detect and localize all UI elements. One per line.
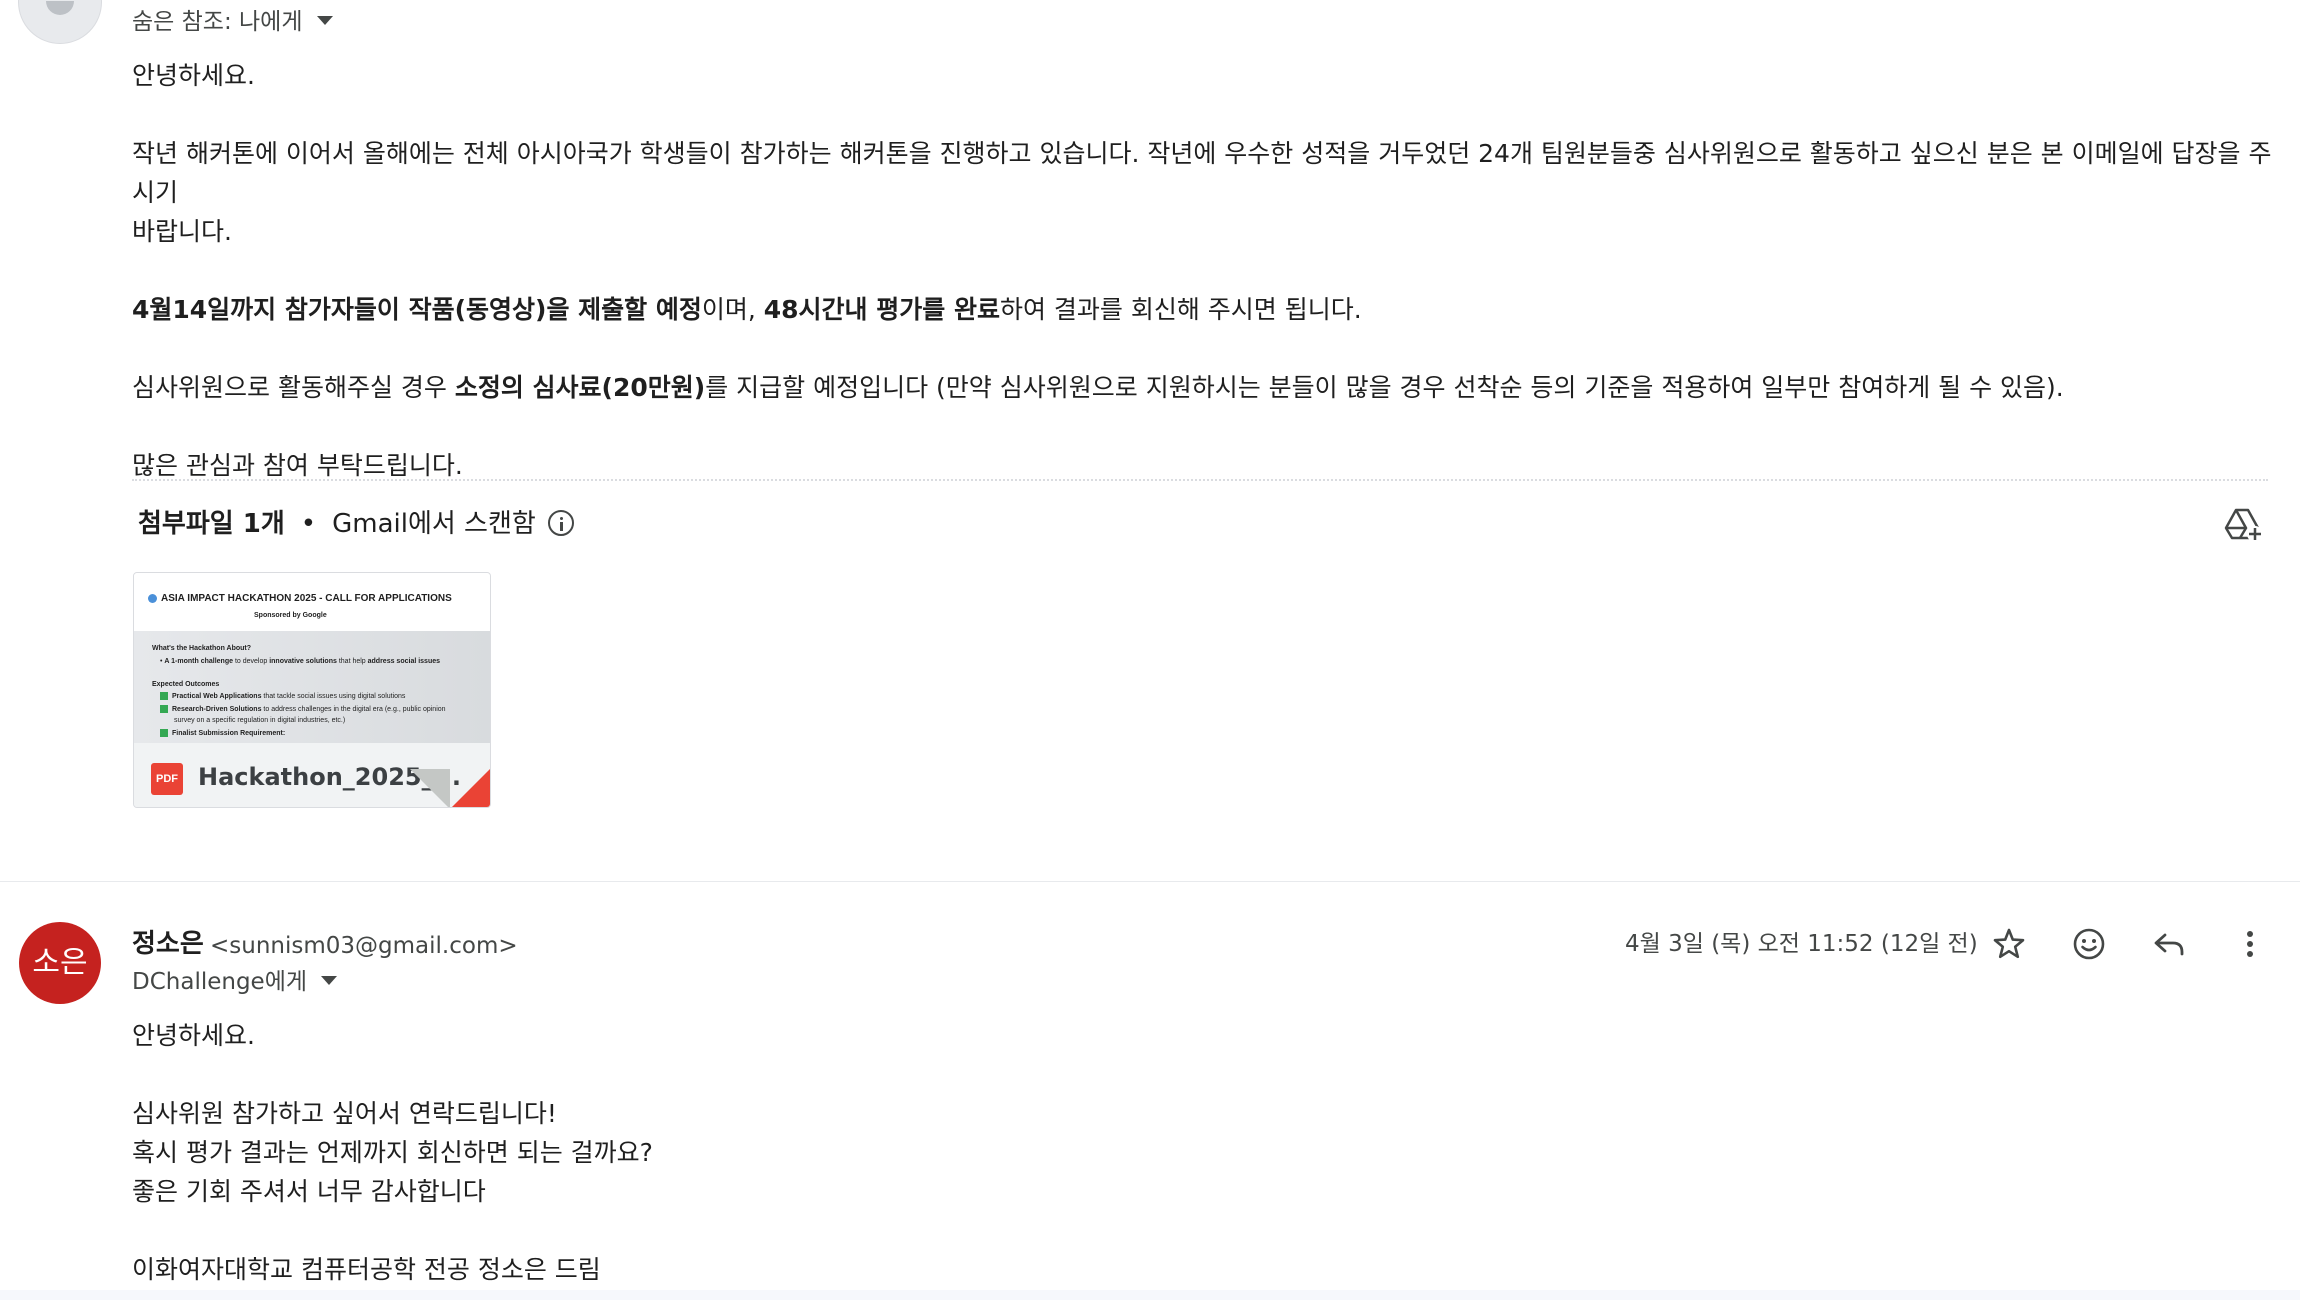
attachments-divider xyxy=(132,479,2268,481)
chevron-down-icon xyxy=(321,976,338,985)
preview-text: A 1-month challenge xyxy=(164,658,233,665)
attachment-card[interactable]: ASIA IMPACT HACKATHON 2025 - CALL FOR AP… xyxy=(133,572,491,808)
attachment-footer: PDF Hackathon_2025_... xyxy=(134,743,490,807)
preview-outcome-2: Research-Driven Solutions to address cha… xyxy=(160,704,446,715)
body-paragraph-1-cont: 바랍니다. xyxy=(132,217,232,246)
message-body-top: 안녕하세요. 작년 해커톤에 이어서 올해에는 전체 아시아국가 학생들이 참가… xyxy=(132,56,2272,485)
evaluation-bold: 48시간내 평가를 완료 xyxy=(763,295,1000,324)
message-divider xyxy=(0,881,2300,882)
preview-text: Research-Driven Solutions xyxy=(172,706,262,713)
body-text: 이며, xyxy=(701,295,764,324)
body-text: 하여 결과를 회신해 주시면 됩니다. xyxy=(999,295,1362,324)
preview-text: innovative solutions xyxy=(269,658,337,665)
body-text: 심사위원으로 활동해주실 경우 xyxy=(132,373,455,402)
attachments-header: 첨부파일 1개 • Gmail에서 스캔함 xyxy=(138,504,574,544)
reply-greeting: 안녕하세요. xyxy=(132,1021,255,1050)
reply-icon[interactable] xyxy=(2147,922,2191,966)
reply-signature: 이화여자대학교 컴퓨터공학 전공 정소은 드림 xyxy=(132,1255,601,1284)
attachment-count: 첨부파일 1개 xyxy=(138,509,285,539)
message-date: 4월 3일 (목) 오전 11:52 (12일 전) xyxy=(1625,931,1978,957)
scan-label: Gmail에서 스캔함 xyxy=(332,509,536,539)
recipient-details-toggle[interactable]: DChallenge에게 xyxy=(132,962,338,1002)
page-fold-icon xyxy=(450,769,490,807)
preview-outcome-2-cont: survey on a specific regulation in digit… xyxy=(174,717,346,724)
recipient-details-toggle[interactable]: 숨은 참조: 나에게 xyxy=(132,2,333,42)
bottom-edge xyxy=(0,1290,2300,1300)
preview-text: Finalist Submission Requirement: xyxy=(172,730,286,737)
body-paragraph-3: 심사위원으로 활동해주실 경우 소정의 심사료(20만원)를 지급할 예정입니다… xyxy=(132,368,2272,407)
preview-q1-item: • A 1-month challenge to develop innovat… xyxy=(160,658,441,665)
preview-q1: What's the Hackathon About? xyxy=(152,645,252,652)
recipient-label: DChallenge에게 xyxy=(132,969,308,995)
body-text: 를 지급할 예정입니다 (만약 심사위원으로 지원하시는 분들이 많을 경우 선… xyxy=(705,373,2064,402)
star-icon[interactable] xyxy=(1987,922,2031,966)
pdf-icon: PDF xyxy=(151,763,183,795)
body-paragraph-1: 작년 해커톤에 이어서 올해에는 전체 아시아국가 학생들이 참가하는 해커톤을… xyxy=(132,139,2272,207)
preview-text: that tackle social issues using digital … xyxy=(261,693,406,700)
reply-line-1: 심사위원 참가하고 싶어서 연락드립니다! xyxy=(132,1099,557,1128)
sender-email: <sunnism03@gmail.com> xyxy=(210,933,518,959)
separator-dot: • xyxy=(300,509,317,539)
preview-text: that help xyxy=(336,658,368,665)
preview-text: to address challenges in the digital era… xyxy=(261,706,446,713)
preview-q2: Expected Outcomes xyxy=(152,681,220,688)
chevron-down-icon xyxy=(316,16,333,25)
preview-text: Practical Web Applications xyxy=(172,693,262,700)
avatar-placeholder-icon xyxy=(46,1,74,15)
emoji-icon[interactable] xyxy=(2067,922,2111,966)
deadline-bold: 4월14일까지 참가자들이 작품(동영상)을 제출할 예정 xyxy=(132,295,702,324)
preview-text: address social issues xyxy=(367,658,441,665)
fee-bold: 소정의 심사료(20만원) xyxy=(454,373,706,402)
body-paragraph-2: 4월14일까지 참가자들이 작품(동영상)을 제출할 예정이며, 48시간내 평… xyxy=(132,290,2272,329)
bcc-label: 숨은 참조: 나에게 xyxy=(132,9,303,35)
preview-outcome-1: Practical Web Applications that tackle s… xyxy=(160,691,405,702)
page-fold-shadow xyxy=(410,769,450,807)
more-vert-icon[interactable] xyxy=(2228,922,2272,966)
sender-name: 정소은 xyxy=(132,929,204,959)
preview-sponsor: Sponsored by Google xyxy=(254,612,327,619)
body-greeting: 안녕하세요. xyxy=(132,61,255,90)
preview-title: ASIA IMPACT HACKATHON 2025 - CALL FOR AP… xyxy=(148,593,452,604)
info-icon[interactable] xyxy=(547,509,574,536)
add-to-drive-icon[interactable] xyxy=(2224,504,2264,544)
sender-avatar[interactable]: 소은 xyxy=(19,922,101,1004)
preview-outcome-3: Finalist Submission Requirement: xyxy=(160,728,285,739)
message-body-reply: 안녕하세요. 심사위원 참가하고 싶어서 연락드립니다! 혹시 평가 결과는 언… xyxy=(132,1016,2272,1289)
reply-line-3: 좋은 기회 주셔서 너무 감사합니다 xyxy=(132,1177,486,1206)
attachment-preview: ASIA IMPACT HACKATHON 2025 - CALL FOR AP… xyxy=(134,573,490,743)
preview-text: to develop xyxy=(233,658,270,665)
reply-line-2: 혹시 평가 결과는 언제까지 회신하면 되는 걸까요? xyxy=(132,1138,653,1167)
preview-title-text: ASIA IMPACT HACKATHON 2025 - CALL FOR AP… xyxy=(161,593,452,604)
sender-avatar-top[interactable] xyxy=(18,0,102,44)
